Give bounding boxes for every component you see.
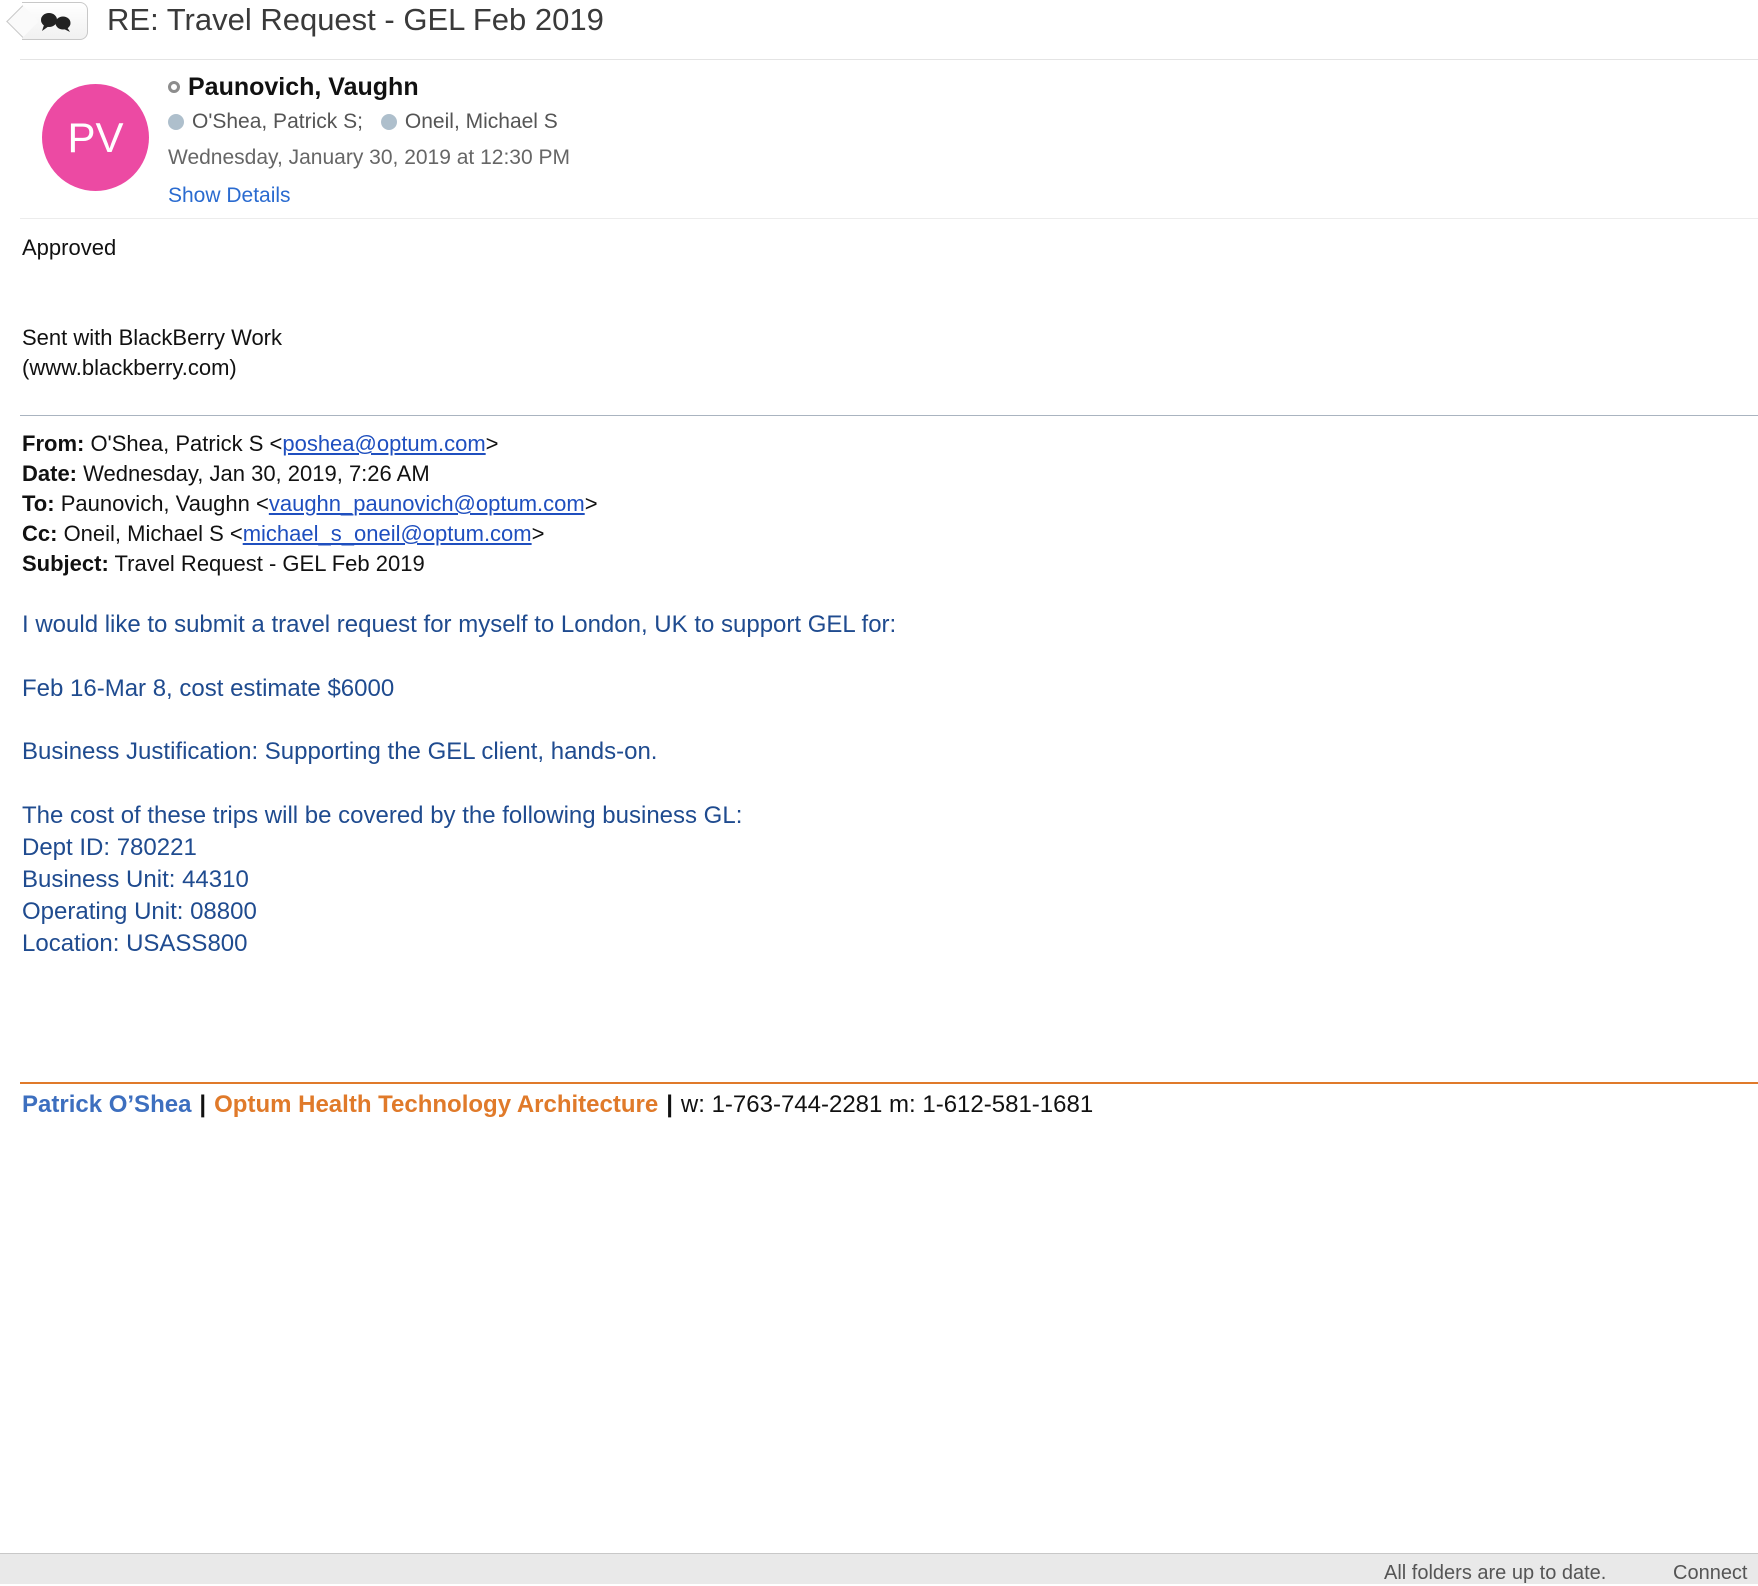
recipients-row: O'Shea, Patrick S; Oneil, Michael S — [168, 106, 558, 138]
message-header: RE: Travel Request - GEL Feb 2019 — [0, 0, 1758, 60]
date-value: Wednesday, Jan 30, 2019, 7:26 AM — [77, 461, 430, 486]
status-bar: All folders are up to date. Connect — [0, 1553, 1758, 1584]
quoted-from: From: O'Shea, Patrick S <poshea@optum.co… — [22, 429, 499, 459]
recipient[interactable]: Oneil, Michael S — [405, 110, 558, 134]
from-label: From: — [22, 431, 85, 456]
angle-bracket: > — [531, 521, 545, 546]
signature-phones: w: 1-763-744-2281 m: 1-612-581-1681 — [680, 1091, 1094, 1118]
quoted-cc: Cc: Oneil, Michael S <michael_s_oneil@op… — [22, 519, 544, 549]
quoted-body-line: Operating Unit: 08800 — [22, 898, 257, 925]
quoted-to: To: Paunovich, Vaughn <vaughn_paunovich@… — [22, 489, 598, 519]
message-subject: RE: Travel Request - GEL Feb 2019 — [107, 2, 604, 37]
sent-date: Wednesday, January 30, 2019 at 12:30 PM — [168, 146, 570, 169]
recipient[interactable]: O'Shea, Patrick S; — [192, 110, 363, 134]
quoted-body-line: Business Justification: Supporting the G… — [22, 738, 658, 765]
quoted-date: Date: Wednesday, Jan 30, 2019, 7:26 AM — [22, 459, 430, 489]
cc-email-link[interactable]: michael_s_oneil@optum.com — [243, 521, 532, 546]
quoted-body-line: The cost of these trips will be covered … — [22, 802, 743, 829]
folder-sync-status: All folders are up to date. — [1384, 1562, 1607, 1584]
quoted-subject: Subject: Travel Request - GEL Feb 2019 — [22, 549, 425, 579]
divider — [20, 59, 1758, 60]
connection-status: Connect — [1673, 1562, 1748, 1584]
reply-text: Approved — [22, 235, 117, 260]
signature-divider — [20, 1082, 1758, 1084]
angle-bracket: > — [485, 431, 499, 456]
signature-separator: | — [666, 1091, 673, 1118]
sender-row: Paunovich, Vaughn — [168, 70, 419, 104]
conversation-icon — [41, 13, 71, 32]
subject-label: Subject: — [22, 551, 109, 576]
quoted-body-line: Dept ID: 780221 — [22, 834, 197, 861]
quoted-body-line: Location: USASS800 — [22, 930, 248, 957]
angle-bracket: > — [584, 491, 598, 516]
to-name: Paunovich, Vaughn < — [54, 491, 269, 516]
divider — [20, 218, 1758, 219]
presence-icon — [380, 114, 397, 130]
from-email-link[interactable]: poshea@optum.com — [282, 431, 485, 456]
to-email-link[interactable]: vaughn_paunovich@optum.com — [269, 491, 585, 516]
mobile-footer-line: Sent with BlackBerry Work — [22, 325, 283, 350]
cc-name: Oneil, Michael S < — [57, 521, 243, 546]
quoted-body-line: I would like to submit a travel request … — [22, 611, 897, 638]
from-name: O'Shea, Patrick S < — [84, 431, 283, 456]
signature-department: Optum Health Technology Architecture — [214, 1091, 659, 1118]
signature: Patrick O’Shea | Optum Health Technology A… — [22, 1088, 1093, 1122]
date-label: Date: — [22, 461, 78, 486]
signature-separator: | — [199, 1091, 207, 1118]
quoted-body-line: Feb 16-Mar 8, cost estimate $6000 — [22, 675, 395, 702]
subject-value: Travel Request - GEL Feb 2019 — [108, 551, 425, 576]
presence-offline-icon — [168, 81, 180, 93]
presence-icon — [168, 114, 184, 130]
sender-name[interactable]: Paunovich, Vaughn — [188, 73, 419, 102]
quote-divider — [20, 415, 1758, 416]
to-label: To: — [22, 491, 55, 516]
show-details-link[interactable]: Show Details — [168, 181, 291, 211]
mobile-footer-line: (www.blackberry.com) — [22, 355, 237, 380]
cc-label: Cc: — [22, 521, 58, 546]
quoted-body-line: Business Unit: 44310 — [22, 866, 249, 893]
avatar[interactable]: PV — [42, 84, 149, 191]
conversation-button[interactable] — [22, 2, 88, 40]
signature-name: Patrick O’Shea — [22, 1091, 192, 1118]
